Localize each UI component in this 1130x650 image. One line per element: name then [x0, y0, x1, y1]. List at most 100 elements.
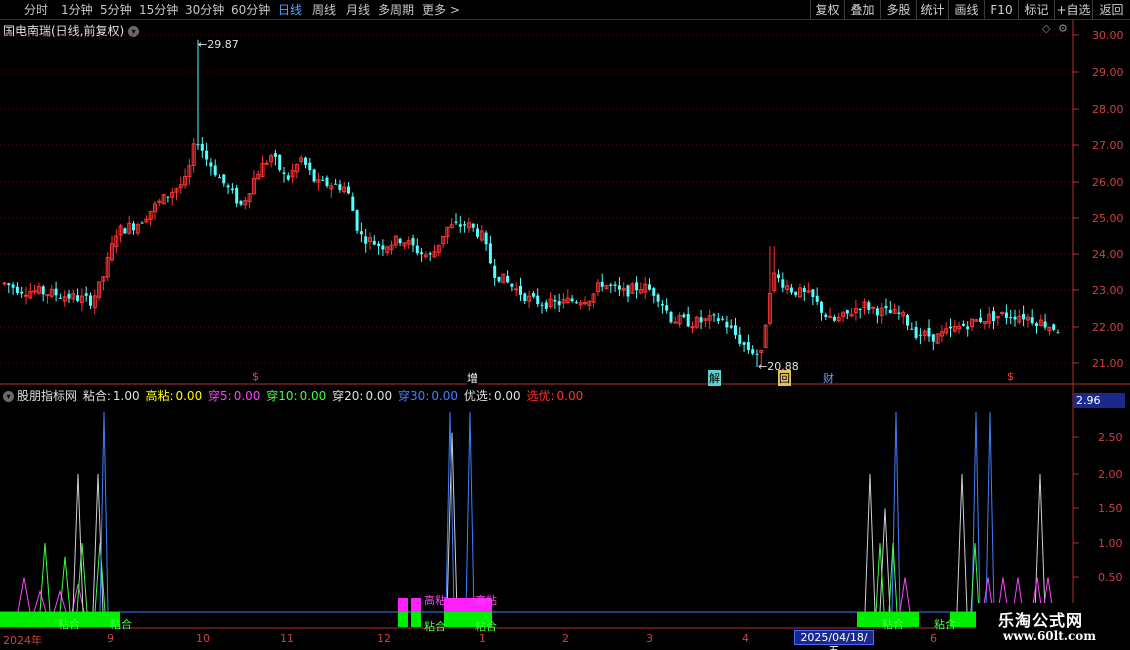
candle-body-down	[355, 210, 359, 231]
candle-body-up	[45, 294, 50, 297]
overlay-button[interactable]: 叠加	[844, 0, 880, 20]
y-tick-main: 23.00	[1092, 284, 1124, 297]
multi-stock-button[interactable]: 多股	[880, 0, 916, 20]
candle-body-down	[721, 318, 725, 320]
indicator-line-cross30	[99, 411, 109, 613]
period-tab-daily[interactable]: 日线	[278, 2, 302, 18]
candle-body-up	[432, 251, 437, 258]
chevron-down-icon[interactable]: ▾	[128, 26, 140, 37]
indicator-line-cross10	[970, 542, 980, 613]
candle-body-up	[329, 185, 334, 190]
diamond-icon[interactable]: ◇	[1042, 22, 1050, 35]
candle-body-down	[729, 325, 733, 328]
candle-body-down	[669, 311, 673, 323]
candle-body-down	[372, 240, 376, 245]
candle-body-down	[626, 285, 630, 297]
event-marker-dividend[interactable]: $	[252, 370, 259, 383]
candle-body-down	[781, 279, 785, 288]
candle-body-down	[777, 274, 780, 278]
candle-body-up	[621, 288, 626, 291]
candle-body-up	[1038, 319, 1043, 326]
candle-body-up	[703, 318, 708, 321]
candle-body-down	[476, 228, 479, 237]
y-tick-main: 25.00	[1092, 212, 1124, 225]
candle-body-down	[858, 308, 862, 311]
candle-body-down	[132, 223, 135, 231]
candle-body-up	[643, 283, 648, 293]
candle-body-down	[1013, 316, 1017, 320]
period-tab-15min[interactable]: 15分钟	[139, 2, 178, 18]
candle-body-down	[359, 231, 363, 235]
candle-body-down	[660, 304, 664, 306]
param-label: 优选:	[463, 389, 492, 403]
candle-body-down	[510, 283, 514, 287]
mark-button[interactable]: 标记	[1018, 0, 1054, 20]
event-marker-unlock[interactable]: 解	[708, 370, 721, 386]
event-marker-dividend[interactable]: $	[1007, 370, 1014, 383]
event-marker-increase[interactable]: 增	[467, 370, 478, 386]
indicator-line-cross30	[985, 411, 995, 613]
period-tab-1min[interactable]: 1分钟	[61, 2, 93, 18]
add-watchlist-button[interactable]: +自选	[1054, 0, 1092, 20]
candle-body-down	[381, 245, 385, 250]
candle-body-down	[600, 281, 604, 287]
event-marker-finance[interactable]: 财	[823, 370, 834, 386]
candle-body-up	[24, 294, 28, 297]
candle-body-down	[686, 313, 690, 327]
chart-canvas[interactable]	[0, 0, 1130, 650]
candle-body-down	[519, 285, 522, 295]
f10-button[interactable]: F10	[984, 0, 1018, 20]
period-tab-5min[interactable]: 5分钟	[100, 2, 132, 18]
indicator-line-cross30	[445, 411, 455, 613]
candle-body-up	[105, 256, 110, 278]
candle-body-up	[393, 235, 398, 246]
candle-body-up	[290, 169, 295, 178]
candle-body-up	[862, 301, 867, 309]
x-tick: 9	[107, 632, 114, 645]
period-tab-60min[interactable]: 60分钟	[231, 2, 270, 18]
stats-button[interactable]: 统计	[916, 0, 948, 20]
candle-body-down	[420, 252, 424, 255]
stock-title[interactable]: 国电南瑞(日线,前复权) ▾	[3, 22, 140, 39]
x-tick: 10	[196, 632, 210, 645]
period-tab-30min[interactable]: 30分钟	[185, 2, 224, 18]
settings-icon[interactable]: ⚙	[1058, 22, 1068, 35]
candle-body-up	[583, 302, 587, 305]
period-tab-multi[interactable]: 多周期	[378, 2, 414, 18]
candle-body-down	[67, 293, 71, 299]
event-marker-buyback[interactable]: 回	[778, 370, 791, 386]
candle-body-down	[497, 276, 501, 282]
period-tab-fenshi[interactable]: 分时	[24, 2, 48, 18]
chevron-down-icon[interactable]: ▾	[3, 391, 14, 402]
candle-body-down	[200, 143, 204, 151]
y-tick-main: 27.00	[1092, 139, 1124, 152]
candle-body-down	[325, 177, 329, 186]
candle-body-down	[966, 326, 970, 330]
period-tab-monthly[interactable]: 月线	[346, 2, 370, 18]
candle-body-down	[570, 298, 574, 302]
candle-body-up	[527, 295, 532, 302]
y-tick-indicator: 2.50	[1098, 431, 1123, 444]
candle-body-down	[820, 301, 823, 313]
candle-body-down	[906, 315, 909, 326]
candle-body-down	[635, 282, 639, 291]
candle-body-up	[183, 176, 188, 186]
draw-line-button[interactable]: 画线	[948, 0, 984, 20]
candle-body-up	[389, 244, 394, 251]
candle-body-up	[256, 173, 261, 180]
candle-body-up	[871, 306, 876, 309]
candle-body-up	[939, 331, 944, 337]
candle-body-down	[531, 293, 535, 297]
indicator-line-cross20	[956, 473, 968, 613]
param-value: 0.00	[431, 389, 459, 403]
param-label: 穿10:	[266, 389, 298, 403]
indicator-name[interactable]: 股朋指标网	[17, 389, 77, 403]
candle-body-up	[153, 203, 157, 213]
fuquan-button[interactable]: 复权	[810, 0, 844, 20]
period-tab-more[interactable]: 更多 >	[422, 2, 460, 18]
period-tab-weekly[interactable]: 周线	[312, 2, 336, 18]
candle-body-down	[278, 154, 282, 171]
back-button[interactable]: 返回	[1092, 0, 1130, 20]
watermark-title: 乐淘公式网	[998, 611, 1084, 630]
signal-label: 高粘	[475, 594, 497, 607]
